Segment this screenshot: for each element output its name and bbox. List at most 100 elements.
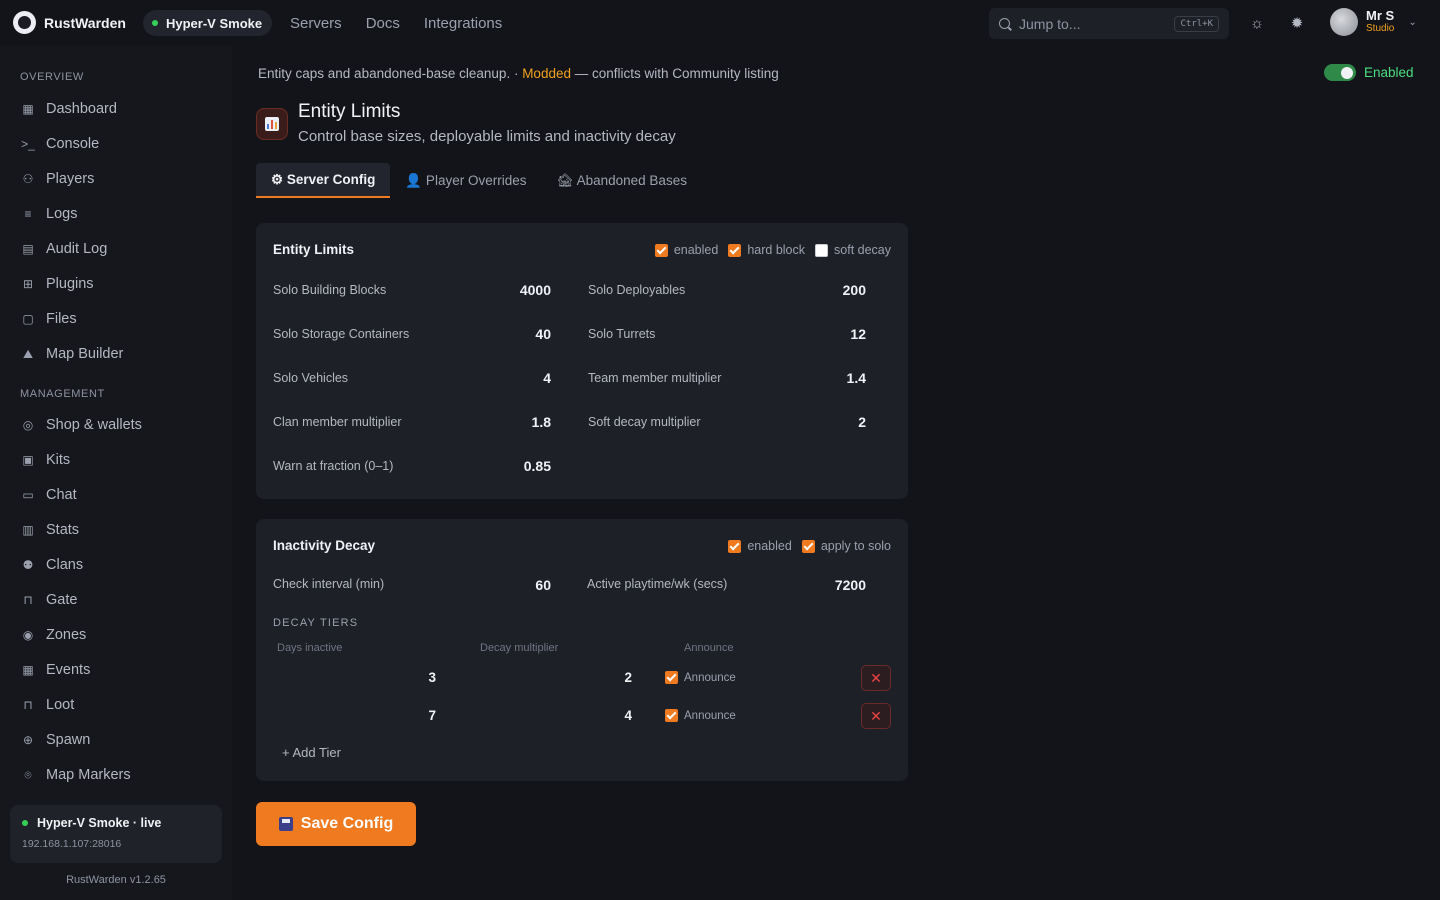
sidebar-item-dashboard[interactable]: ▦ Dashboard — [20, 101, 117, 117]
settings-icon[interactable]: ✹ — [1287, 13, 1307, 33]
solo-turrets-input[interactable]: 12 — [786, 326, 866, 342]
sidebar-item-events[interactable]: ▦ Events — [20, 662, 90, 678]
top-bar: RustWarden Hyper-V Smoke Servers Docs In… — [0, 0, 1440, 46]
clan-member-multiplier-input[interactable]: 1.8 — [471, 414, 551, 430]
checkbox-checked-icon[interactable] — [665, 709, 678, 722]
field-label: Team member multiplier — [588, 371, 722, 385]
theme-toggle-icon[interactable]: ☼ — [1247, 13, 1267, 33]
server-status-label: Hyper-V Smoke · live — [37, 816, 162, 830]
solo-deployables-input[interactable]: 200 — [786, 282, 866, 298]
toggle-label: Enabled — [1364, 65, 1414, 80]
field-label: Clan member multiplier — [273, 415, 402, 429]
sidebar-item-audit-log[interactable]: ▤ Audit Log — [20, 241, 107, 257]
sidebar-item-logs[interactable]: ≡ Logs — [20, 206, 77, 222]
nav-integrations[interactable]: Integrations — [424, 15, 502, 32]
server-selector[interactable]: Hyper-V Smoke — [143, 10, 273, 36]
nav-servers[interactable]: Servers — [290, 15, 342, 32]
enabled-checkbox[interactable]: enabled — [654, 243, 718, 257]
sidebar-item-shop[interactable]: ◎ Shop & wallets — [20, 417, 142, 433]
checkbox-checked-icon[interactable] — [728, 539, 742, 553]
lock-icon: ⊓ — [23, 698, 33, 712]
server-status-title: Hyper-V Smoke · live — [22, 816, 210, 830]
map-icon: ⛰ — [22, 346, 34, 361]
search-input[interactable]: Jump to... Ctrl+K — [989, 8, 1229, 39]
checkbox-checked-icon[interactable] — [654, 243, 668, 257]
sidebar-item-stats[interactable]: ▥ Stats — [20, 522, 79, 538]
section-label-management: MANAGEMENT — [20, 388, 105, 400]
announce-checkbox[interactable]: Announce — [665, 671, 736, 684]
plus-circle-icon: ⊕ — [22, 733, 34, 747]
user-info: Mr S Studio — [1366, 9, 1394, 35]
sidebar-item-map-builder[interactable]: ⛰ Map Builder — [20, 346, 123, 362]
sidebar-item-clans[interactable]: ⚉ Clans — [20, 557, 83, 573]
enabled-checkbox[interactable]: enabled — [728, 539, 792, 553]
days-inactive-input[interactable]: 7 — [376, 708, 436, 723]
solo-vehicles-input[interactable]: 4 — [471, 370, 551, 386]
hard-block-checkbox[interactable]: hard block — [728, 243, 805, 257]
sidebar-item-files[interactable]: ▢ Files — [20, 311, 76, 327]
sidebar-item-players[interactable]: ⚇ Players — [20, 171, 95, 187]
sidebar-item-spawn[interactable]: ⊕ Spawn — [20, 732, 90, 748]
nav-docs[interactable]: Docs — [366, 15, 400, 32]
checkbox-checked-icon[interactable] — [665, 671, 678, 684]
sidebar-item-loot[interactable]: ⊓ Loot — [20, 697, 74, 713]
sidebar-item-gate[interactable]: ⊓ Gate — [20, 592, 77, 608]
page-title: Entity Limits — [298, 101, 401, 122]
sidebar-item-label: Gate — [46, 592, 78, 608]
column-header: Announce — [684, 642, 734, 654]
close-icon: ✕ — [870, 707, 882, 724]
days-inactive-input[interactable]: 3 — [376, 670, 436, 685]
tab-abandoned-bases[interactable]: 🏚 Abandoned Bases — [541, 163, 702, 198]
sidebar-item-label: Kits — [46, 452, 71, 468]
plugin-enabled-toggle[interactable]: Enabled — [1324, 64, 1414, 81]
soft-decay-checkbox[interactable]: soft decay — [815, 243, 891, 257]
decay-multiplier-input[interactable]: 4 — [572, 708, 632, 723]
sidebar-item-label: Loot — [46, 697, 75, 713]
tab-player-overrides[interactable]: 👤 Player Overrides — [390, 163, 541, 198]
warn-fraction-input[interactable]: 0.85 — [471, 458, 551, 474]
toggle-switch[interactable] — [1324, 64, 1356, 81]
server-status-card[interactable]: Hyper-V Smoke · live 192.168.1.107:28016 — [10, 805, 222, 863]
sidebar-item-label: Map Builder — [46, 346, 124, 362]
decay-multiplier-input[interactable]: 2 — [572, 670, 632, 685]
checkbox-checked-icon[interactable] — [728, 243, 742, 257]
user-menu[interactable]: Mr S Studio ⌄ — [1330, 8, 1417, 36]
save-config-button[interactable]: Save Config — [256, 802, 416, 846]
save-button-label: Save Config — [300, 815, 394, 832]
solo-storage-containers-input[interactable]: 40 — [471, 326, 551, 342]
apply-to-solo-checkbox[interactable]: apply to solo — [801, 539, 891, 553]
sidebar-item-kits[interactable]: ▣ Kits — [20, 452, 70, 468]
tab-server-config[interactable]: ⚙ Server Config — [256, 163, 391, 198]
sidebar-item-zones[interactable]: ◉ Zones — [20, 627, 87, 643]
checkbox-unchecked-icon[interactable] — [815, 243, 829, 257]
coin-icon: ◎ — [22, 418, 34, 432]
sidebar-item-label: Players — [46, 171, 95, 187]
users-icon: ⚇ — [22, 172, 34, 186]
add-tier-button[interactable]: + Add Tier — [282, 745, 341, 760]
delete-tier-button[interactable]: ✕ — [861, 665, 891, 691]
sidebar-item-map-markers[interactable]: ⌾ Map Markers — [20, 767, 130, 783]
avatar — [1330, 8, 1358, 36]
checkbox-label: soft decay — [834, 243, 891, 257]
active-playtime-input[interactable]: 7200 — [786, 577, 866, 593]
server-ip: 192.168.1.107:28016 — [22, 838, 122, 850]
soft-decay-multiplier-input[interactable]: 2 — [786, 414, 866, 430]
checkbox-checked-icon[interactable] — [801, 539, 815, 553]
terminal-icon: >_ — [21, 137, 35, 151]
announce-checkbox[interactable]: Announce — [665, 709, 736, 722]
sidebar-item-label: Zones — [46, 627, 87, 643]
field-label: Active playtime/wk (secs) — [587, 577, 728, 591]
sidebar-item-console[interactable]: >_ Console — [20, 136, 99, 152]
field-label: Solo Deployables — [588, 283, 686, 297]
solo-building-blocks-input[interactable]: 4000 — [471, 282, 551, 298]
column-header: Decay multiplier — [480, 642, 559, 654]
sidebar-item-label: Events — [46, 662, 91, 678]
delete-tier-button[interactable]: ✕ — [861, 703, 891, 729]
brand[interactable]: RustWarden — [13, 11, 126, 34]
team-member-multiplier-input[interactable]: 1.4 — [786, 370, 866, 386]
check-interval-input[interactable]: 60 — [471, 577, 551, 593]
sidebar-item-label: Chat — [46, 487, 77, 503]
sidebar-item-plugins[interactable]: ⊞ Plugins — [20, 276, 94, 292]
field-label: Solo Vehicles — [273, 371, 349, 385]
sidebar-item-chat[interactable]: ▭ Chat — [20, 487, 77, 503]
